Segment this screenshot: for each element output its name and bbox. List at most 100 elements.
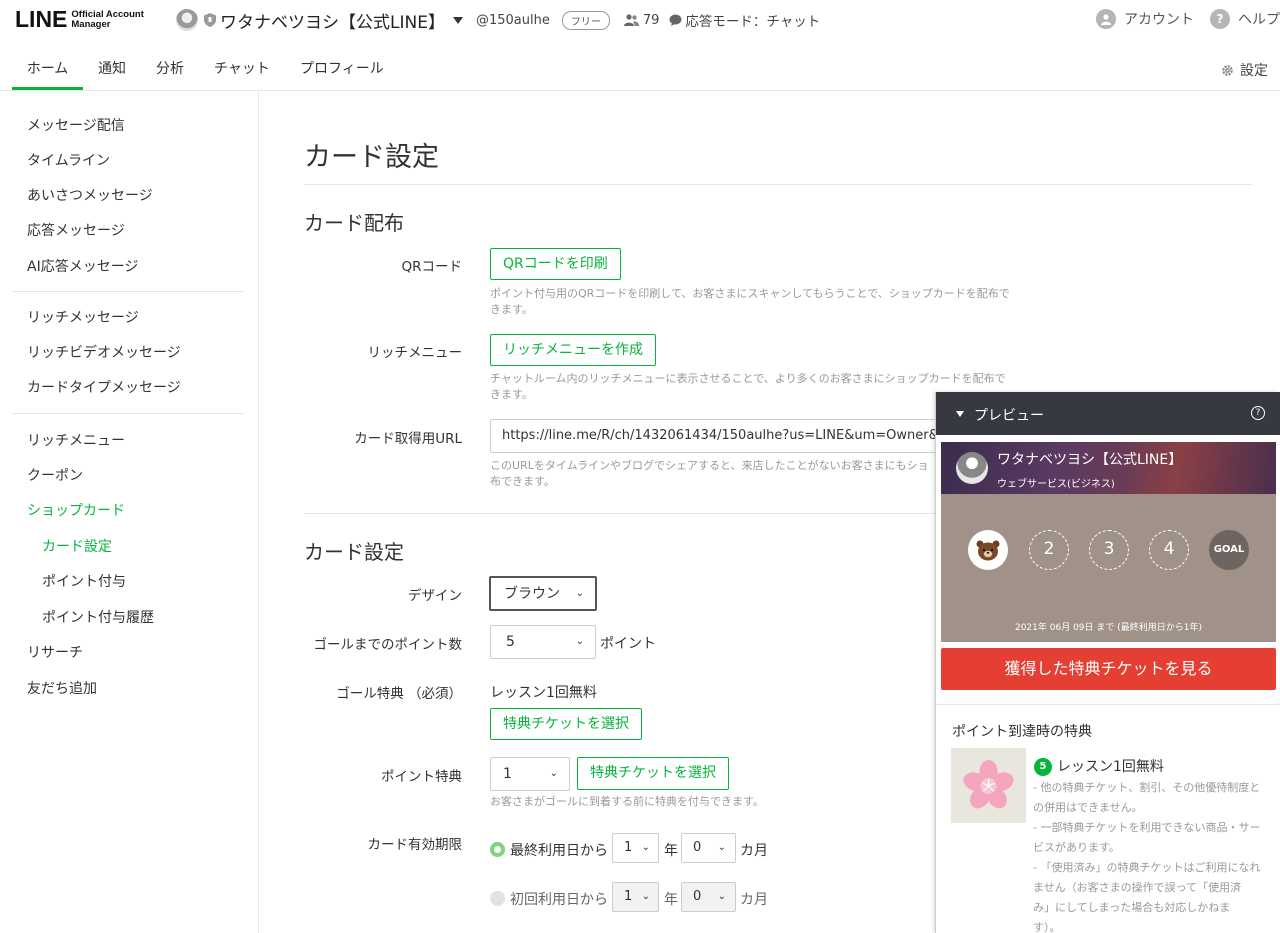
preview-title: プレビュー (974, 408, 1044, 424)
card-url-field[interactable]: https://line.me/R/ch/1432061434/150aulhe… (490, 419, 950, 453)
sidebar-item-give-points[interactable]: ポイント付与 (42, 571, 126, 591)
tab-notifications[interactable]: 通知 (98, 48, 126, 90)
expiry-year-select[interactable]: 1 ⌄ (612, 833, 659, 863)
qr-code-label: QRコード (401, 259, 462, 275)
chevron-down-icon: ⌄ (549, 768, 558, 779)
qr-help-line-2: きます。 (490, 303, 533, 316)
sidebar-item-rich-message[interactable]: リッチメッセージ (27, 307, 139, 327)
chevron-down-icon[interactable] (452, 16, 463, 24)
note-line: ビスがあります。 (1033, 841, 1120, 854)
stamp-empty: 2 (1029, 530, 1069, 570)
friends-count: 79 (623, 13, 659, 28)
expiry-first-use-label: 初回利用日から (510, 892, 608, 908)
card-url-help-text: このURLをタイムラインやブログでシェアすると、来店したことがないお客さまにもシ… (490, 458, 929, 490)
account-label: アカウント (1124, 12, 1194, 28)
qr-help-line-1: ポイント付与用のQRコードを印刷して、お客さまにスキャンしてもらうことで、ショッ… (490, 287, 1010, 300)
help-label: ヘルプ (1238, 12, 1280, 28)
note-line: の併用はできません。 (1033, 801, 1143, 814)
view-reward-tickets-button[interactable]: 獲得した特典チケットを見る (941, 648, 1276, 690)
print-qr-button[interactable]: QRコードを印刷 (490, 248, 621, 280)
create-rich-menu-button[interactable]: リッチメニューを作成 (490, 334, 656, 366)
sidebar-item-rich-video-message[interactable]: リッチビデオメッセージ (27, 342, 181, 362)
sidebar-item-auto-response[interactable]: 応答メッセージ (27, 220, 125, 240)
chevron-down-icon: ⌄ (641, 891, 650, 902)
expiry-first-use-radio[interactable] (490, 891, 505, 906)
cherry-blossom-icon (963, 760, 1014, 809)
preview-header[interactable]: プレビュー ? (936, 392, 1280, 435)
top-right-menu: アカウント ? ヘルプ (1080, 9, 1280, 29)
caret-down-icon[interactable] (956, 411, 964, 417)
sidebar-item-ai-response[interactable]: AI応答メッセージ (27, 256, 138, 276)
sidebar-item-timeline[interactable]: タイムライン (27, 150, 110, 170)
sidebar-divider (12, 291, 244, 292)
point-reward-select[interactable]: 1 ⌄ (490, 757, 570, 791)
goal-points-select[interactable]: 5 ⌄ (490, 625, 596, 659)
sidebar-item-points-history[interactable]: ポイント付与履歴 (42, 607, 154, 627)
shield-icon (204, 13, 216, 27)
point-reward-label: ポイント特典 (381, 769, 462, 785)
select-point-ticket-button[interactable]: 特典チケットを選択 (577, 757, 729, 790)
expiry-last-use-label: 最終利用日から (510, 843, 608, 859)
expiry-label: カード有効期限 (367, 837, 463, 853)
sidebar-item-add-friends[interactable]: 友だち追加 (27, 678, 97, 698)
sidebar-item-card-settings[interactable]: カード設定 (42, 536, 112, 556)
sidebar-item-coupon[interactable]: クーポン (27, 465, 83, 485)
account-menu[interactable]: アカウント (1096, 9, 1194, 29)
expiry-month-select[interactable]: 0 ⌄ (681, 833, 736, 863)
expiry-first-month-select[interactable]: 0 ⌄ (681, 882, 736, 912)
qr-help-text: ポイント付与用のQRコードを印刷して、お客さまにスキャンしてもらうことで、ショッ… (490, 286, 1010, 318)
page-title: カード設定 (304, 142, 439, 173)
settings-label: 設定 (1240, 63, 1268, 79)
account-avatar (176, 9, 198, 31)
section-title-card-settings: カード設定 (304, 540, 404, 564)
sidebar-divider (12, 413, 244, 414)
stamp-empty: 3 (1089, 530, 1129, 570)
response-mode[interactable]: 応答モード：チャット (669, 10, 820, 30)
question-icon: ? (1210, 9, 1230, 29)
response-mode-label: 応答モード：チャット (685, 14, 821, 30)
tab-chat[interactable]: チャット (214, 48, 270, 90)
sidebar-item-shop-card[interactable]: ショップカード (27, 500, 125, 520)
expiry-year-value: 1 (624, 840, 633, 855)
question-icon[interactable]: ? (1251, 406, 1265, 420)
sidebar-item-card-type-message[interactable]: カードタイプメッセージ (27, 377, 181, 397)
sidebar-item-message-delivery[interactable]: メッセージ配信 (27, 115, 125, 135)
expiry-first-year-value: 1 (624, 889, 633, 904)
line-oa-logo[interactable]: LINE Official Account Manager (15, 6, 144, 33)
expiry-last-use-radio[interactable] (490, 842, 505, 857)
card-avatar (956, 452, 988, 484)
select-goal-ticket-button[interactable]: 特典チケットを選択 (490, 708, 642, 740)
shop-card-preview: ワタナベツヨシ【公式LINE】 ウェブサービス(ビジネス) 2 3 4 GOAL… (941, 442, 1276, 642)
reward-points-badge: 5 (1034, 758, 1052, 776)
sidebar-item-rich-menu[interactable]: リッチメニュー (27, 430, 125, 450)
stamp-empty: 4 (1149, 530, 1189, 570)
chat-bubble-icon (669, 14, 682, 26)
account-switcher[interactable]: ワタナベツヨシ【公式LINE】 @150aulhe フリー 79 応答モード：チ… (176, 9, 820, 33)
expiry-first-year-select[interactable]: 1 ⌄ (612, 882, 659, 912)
design-select[interactable]: ブラウン ⌄ (489, 576, 597, 611)
goal-points-label: ゴールまでのポイント数 (313, 637, 463, 653)
tab-analytics[interactable]: 分析 (156, 48, 184, 90)
sidebar-item-research[interactable]: リサーチ (27, 642, 83, 662)
section-title-distribution: カード配布 (304, 211, 404, 235)
stamp-filled (968, 530, 1008, 570)
divider (304, 184, 1252, 185)
card-url-label: カード取得用URL (354, 431, 462, 447)
tab-profile[interactable]: プロフィール (300, 48, 384, 90)
settings-link[interactable]: 設定 (1221, 60, 1268, 80)
design-value: ブラウン (504, 586, 560, 602)
sidebar-item-greeting-message[interactable]: あいさつメッセージ (27, 185, 153, 205)
user-icon (1096, 9, 1116, 29)
reward-name: レッスン1回無料 (1057, 759, 1164, 775)
logo-subtext: Official Account Manager (71, 9, 144, 30)
stamp-goal: GOAL (1209, 530, 1249, 570)
help-menu[interactable]: ? ヘルプ (1210, 9, 1280, 29)
rich-help-line-2: きます。 (490, 388, 533, 401)
month-unit: カ月 (740, 892, 768, 908)
note-line: - 一部特典チケットを利用できない商品・サー (1033, 821, 1261, 834)
year-unit: 年 (664, 843, 678, 859)
goal-reward-label: ゴール特典 （必須） (336, 686, 462, 702)
logo-text: LINE (15, 6, 68, 32)
goal-reward-value: レッスン1回無料 (490, 685, 597, 701)
tab-home[interactable]: ホーム (12, 48, 83, 90)
